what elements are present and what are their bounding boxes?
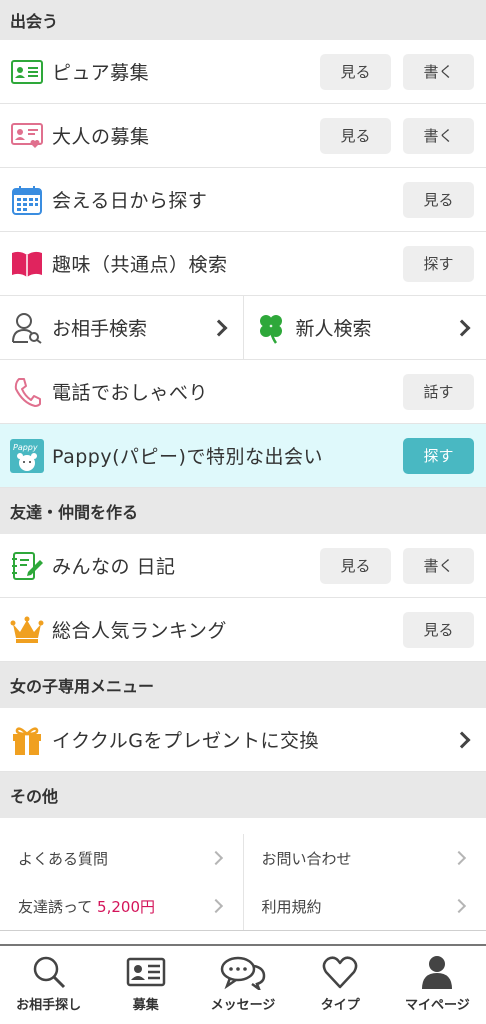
menu-row-gift[interactable]: イククルGをプレゼントに交換: [0, 708, 486, 772]
menu-label-date: 会える日から探す: [52, 190, 208, 212]
menu-label-adult: 大人の募集: [52, 126, 150, 148]
menu-row-pappy[interactable]: Pappy Pappy(パピー)で特別な出会い 探す: [0, 424, 486, 488]
invite-label: 友達誘って: [18, 897, 93, 916]
terms-link[interactable]: 利用規約: [244, 882, 486, 930]
tab-label-recruit: 募集: [132, 998, 159, 1013]
tab-mypage[interactable]: マイページ: [389, 946, 486, 1024]
section-header-meet: 出会う: [0, 0, 486, 40]
heart-icon: [322, 956, 358, 989]
tab-label-type: タイプ: [320, 998, 360, 1013]
ranking-view-button[interactable]: 見る: [403, 611, 474, 648]
pappy-logo-icon: Pappy: [10, 438, 44, 473]
phone-icon: [10, 375, 44, 409]
pure-write-button[interactable]: 書く: [403, 53, 474, 90]
tab-label-message: メッセージ: [210, 998, 276, 1013]
menu-row-date[interactable]: 会える日から探す 見る: [0, 168, 486, 232]
section-header-girls: 女の子専用メニュー: [0, 662, 486, 708]
newcomer-search-link[interactable]: 新人検索: [244, 296, 486, 359]
user-icon: [422, 956, 453, 989]
partner-search-link[interactable]: お相手検索: [0, 296, 244, 359]
tab-message[interactable]: メッセージ: [194, 946, 291, 1024]
invite-label-group: 友達誘って 5,200円: [18, 896, 211, 917]
contact-link[interactable]: お問い合わせ: [244, 834, 486, 882]
chat-bubbles-icon: [220, 956, 266, 990]
tab-recruit[interactable]: 募集: [97, 946, 194, 1024]
chevron-right-icon: [453, 319, 471, 336]
faq-link[interactable]: よくある質問: [0, 834, 244, 882]
menu-label-gift: イククルGをプレゼントに交換: [52, 730, 320, 752]
id-card-icon: [10, 55, 44, 89]
menu-row-phone[interactable]: 電話でおしゃべり 話す: [0, 360, 486, 424]
terms-label: 利用規約: [261, 897, 322, 916]
search-split-row: お相手検索 新人検索: [0, 296, 486, 360]
invite-link[interactable]: 友達誘って 5,200円: [0, 882, 244, 930]
user-search-icon: [10, 311, 44, 345]
menu-label-phone: 電話でおしゃべり: [52, 382, 209, 404]
menu-row-hobby[interactable]: 趣味（共通点）検索 探す: [0, 232, 486, 296]
other-links: よくある質問 お問い合わせ 友達誘って 5,200円 利用規約: [0, 818, 486, 931]
id-card-heart-icon: [10, 119, 44, 153]
hobby-search-button[interactable]: 探す: [403, 245, 474, 282]
bottom-tab-bar: お相手探し 募集 メッセージ タイプ マイページ: [0, 944, 486, 1024]
tab-type[interactable]: タイプ: [292, 946, 389, 1024]
section-header-other: その他: [0, 772, 486, 818]
gift-icon: [10, 723, 44, 757]
chevron-right-icon: [453, 731, 471, 748]
tab-label-mypage: マイページ: [405, 998, 470, 1013]
menu-row-ranking[interactable]: 総合人気ランキング 見る: [0, 598, 486, 662]
partner-search-label: お相手検索: [52, 318, 148, 340]
diary-write-button[interactable]: 書く: [403, 547, 474, 584]
tab-partner-search[interactable]: お相手探し: [0, 946, 97, 1024]
adult-write-button[interactable]: 書く: [403, 117, 474, 154]
menu-row-adult[interactable]: 大人の募集 見る 書く: [0, 104, 486, 168]
chevron-right-icon: [208, 850, 223, 866]
phone-talk-button[interactable]: 話す: [403, 373, 474, 410]
diary-pen-icon: [10, 549, 44, 583]
id-card-icon: [126, 957, 166, 987]
menu-label-hobby: 趣味（共通点）検索: [52, 254, 228, 276]
diary-view-button[interactable]: 見る: [320, 547, 391, 584]
faq-label: よくある質問: [18, 849, 109, 868]
menu-label-diary: みんなの 日記: [52, 556, 176, 578]
chevron-right-icon: [210, 319, 227, 336]
newcomer-search-label: 新人検索: [295, 318, 372, 340]
other-row: 友達誘って 5,200円 利用規約: [0, 882, 486, 930]
clover-icon: [254, 311, 288, 345]
chevron-right-icon: [451, 850, 467, 866]
menu-label-pappy: Pappy(パピー)で特別な出会い: [52, 446, 323, 468]
chevron-right-icon: [451, 898, 467, 914]
contact-label: お問い合わせ: [261, 849, 352, 868]
adult-view-button[interactable]: 見る: [320, 117, 391, 154]
magnifier-icon: [33, 956, 65, 989]
pure-view-button[interactable]: 見る: [320, 53, 391, 90]
book-icon: [10, 247, 44, 281]
menu-label-ranking: 総合人気ランキング: [52, 620, 227, 642]
invite-amount: 5,200円: [97, 897, 155, 916]
svg-text:Pappy: Pappy: [13, 443, 38, 452]
date-view-button[interactable]: 見る: [403, 181, 474, 218]
calendar-icon: [10, 183, 44, 217]
pappy-search-button[interactable]: 探す: [403, 437, 474, 474]
menu-label-pure: ピュア募集: [52, 62, 150, 84]
menu-row-pure[interactable]: ピュア募集 見る 書く: [0, 40, 486, 104]
tab-label-search: お相手探し: [16, 998, 82, 1013]
section-header-friends: 友達・仲間を作る: [0, 488, 486, 534]
crown-icon: [10, 613, 44, 647]
other-row: よくある質問 お問い合わせ: [0, 834, 486, 882]
menu-row-diary[interactable]: みんなの 日記 見る 書く: [0, 534, 486, 598]
chevron-right-icon: [208, 898, 223, 914]
